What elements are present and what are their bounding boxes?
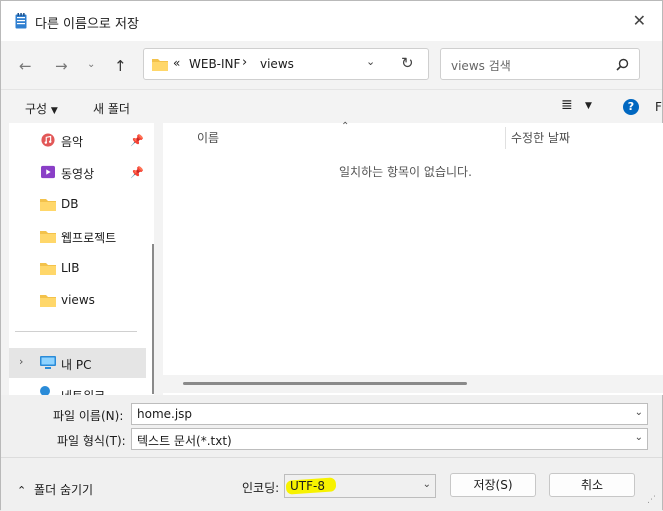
nav-item-label: 음악 <box>61 135 84 149</box>
hide-folders-label: 폴더 숨기기 <box>34 483 94 497</box>
new-folder-button[interactable]: 새 폴더 <box>93 100 130 117</box>
filename-value[interactable]: home.jsp <box>137 407 192 421</box>
network-icon <box>40 386 50 395</box>
hide-folders-toggle[interactable]: ⌃ 폴더 숨기기 <box>17 481 93 498</box>
nav-item-label: views <box>61 293 95 307</box>
folder-icon <box>40 263 56 275</box>
truncated-label: F <box>655 100 662 114</box>
window-title: 다른 이름으로 저장 <box>35 17 139 32</box>
refresh-icon[interactable]: ↻ <box>401 54 414 72</box>
chevron-down-icon[interactable]: ⌄ <box>635 407 643 418</box>
breadcrumb-separator: › <box>242 55 248 70</box>
recent-locations-chevron-icon[interactable]: ⌄ <box>87 59 95 70</box>
video-icon <box>41 165 55 179</box>
help-icon[interactable]: ? <box>623 99 639 115</box>
breadcrumb-views[interactable]: views <box>260 57 294 71</box>
encoding-label: 인코딩: <box>242 481 280 495</box>
pin-icon: 📌 <box>130 166 144 179</box>
nav-divider <box>15 331 137 332</box>
view-chevron-down-icon[interactable]: ▼ <box>585 101 592 111</box>
title-bar: 다른 이름으로 저장 ✕ <box>1 1 662 41</box>
chevron-up-icon: ⌃ <box>17 484 27 497</box>
breadcrumb-web-inf[interactable]: WEB-INF <box>189 57 240 71</box>
sort-caret-icon: ⌃ <box>341 121 350 132</box>
filetype-value: 텍스트 문서(*.txt) <box>137 434 232 448</box>
filename-field[interactable]: home.jsp ⌄ <box>131 403 648 425</box>
filetype-select[interactable]: 텍스트 문서(*.txt) ⌄ <box>131 428 648 450</box>
computer-icon <box>40 356 56 369</box>
nav-item-video[interactable]: 동영상 📌 <box>9 157 146 187</box>
up-arrow-icon[interactable]: ↑ <box>114 57 127 75</box>
folder-icon <box>40 231 56 243</box>
music-icon <box>41 133 55 147</box>
empty-message: 일치하는 항목이 없습니다. <box>339 165 472 179</box>
file-list: 이름 ⌃ 수정한 날짜 일치하는 항목이 없습니다. <box>163 121 663 395</box>
nav-item-views[interactable]: views <box>9 285 146 315</box>
search-input[interactable]: views 검색 <box>451 57 511 74</box>
back-arrow-icon[interactable]: ← <box>19 57 32 75</box>
nav-item-network-partial[interactable]: 네트워크 <box>9 385 146 395</box>
chevron-down-icon: ▼ <box>50 106 58 116</box>
filename-label: 파일 이름(N): <box>53 409 124 423</box>
pin-icon: 📌 <box>130 134 144 147</box>
forward-arrow-icon[interactable]: → <box>55 57 68 75</box>
address-bar[interactable]: « WEB-INF › views ⌄ ↻ <box>143 48 429 80</box>
nav-item-label: DB <box>61 197 79 211</box>
form-divider <box>1 457 662 458</box>
column-name[interactable]: 이름 <box>197 129 219 146</box>
close-icon[interactable]: ✕ <box>633 11 646 30</box>
cancel-button[interactable]: 취소 <box>549 473 635 497</box>
search-icon[interactable] <box>616 58 629 71</box>
encoding-value: UTF-8 <box>290 479 325 493</box>
nav-item-lib[interactable]: LIB <box>9 253 146 283</box>
filetype-label: 파일 형식(T): <box>57 434 126 448</box>
nav-item-label: 내 PC <box>61 358 92 372</box>
navigation-pane: 음악 📌 동영상 📌 DB 웹프로젝트 LIB views › 내 PC <box>9 123 154 395</box>
column-modified-date[interactable]: 수정한 날짜 <box>511 129 570 146</box>
nav-item-this-pc[interactable]: › 내 PC <box>9 348 146 378</box>
column-divider[interactable] <box>505 127 506 149</box>
folder-icon <box>152 59 168 71</box>
chevron-down-icon[interactable]: ⌄ <box>635 432 643 443</box>
nav-item-web-project[interactable]: 웹프로젝트 <box>9 221 146 251</box>
resize-grip-icon[interactable]: ⋰ <box>647 495 656 505</box>
folder-icon <box>40 295 56 307</box>
nav-item-label: 네트워크 <box>61 387 105 395</box>
save-button[interactable]: 저장(S) <box>450 473 536 497</box>
nav-item-label: LIB <box>61 261 80 275</box>
nav-item-label: 웹프로젝트 <box>61 231 117 245</box>
nav-pane-scrollbar[interactable] <box>152 244 154 394</box>
nav-item-music[interactable]: 음악 📌 <box>9 125 146 155</box>
organize-menu[interactable]: 구성 ▼ <box>25 100 58 117</box>
horizontal-scroll-thumb[interactable] <box>183 382 467 385</box>
breadcrumb-overflow[interactable]: « <box>173 56 180 70</box>
nav-item-label: 동영상 <box>61 167 95 181</box>
notepad-icon <box>15 13 27 29</box>
chevron-down-icon[interactable]: ⌄ <box>423 479 431 490</box>
save-as-dialog: 다른 이름으로 저장 ✕ ← → ⌄ ↑ « WEB-INF › views ⌄… <box>0 0 663 511</box>
encoding-select[interactable]: UTF-8 ⌄ <box>284 474 436 498</box>
folder-icon <box>40 199 56 211</box>
nav-item-db[interactable]: DB <box>9 189 146 219</box>
organize-label: 구성 <box>25 102 48 116</box>
search-box[interactable]: views 검색 <box>440 48 640 80</box>
address-dropdown-icon[interactable]: ⌄ <box>366 55 375 68</box>
expand-chevron-icon[interactable]: › <box>19 355 23 368</box>
command-bar: 구성 ▼ 새 폴더 ≣ ▼ ? F <box>1 89 662 123</box>
view-options-icon[interactable]: ≣ <box>561 97 573 113</box>
